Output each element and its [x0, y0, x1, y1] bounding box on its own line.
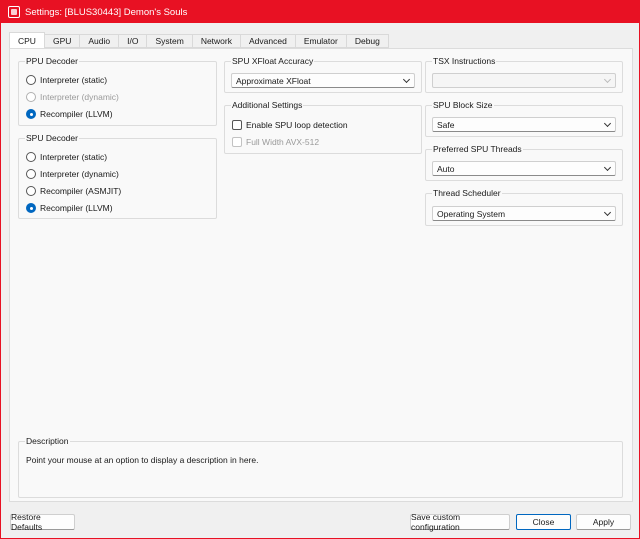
- group-title: SPU Decoder: [25, 133, 79, 143]
- tsx-select: [432, 73, 616, 88]
- spu-recompiler-llvm-radio[interactable]: Recompiler (LLVM): [26, 202, 113, 214]
- group-title: Thread Scheduler: [432, 188, 502, 198]
- additional-settings-group: Additional Settings Enable SPU loop dete…: [224, 100, 422, 154]
- radio-checked-icon: [26, 203, 36, 213]
- option-label: Recompiler (LLVM): [40, 203, 113, 213]
- checkbox-icon: [232, 120, 242, 130]
- select-value: Operating System: [437, 208, 506, 219]
- spu-interpreter-static-radio[interactable]: Interpreter (static): [26, 151, 107, 163]
- spu-xfloat-group: SPU XFloat Accuracy Approximate XFloat: [224, 56, 422, 93]
- ppu-interpreter-static-radio[interactable]: Interpreter (static): [26, 74, 107, 86]
- spu-block-size-select[interactable]: Safe: [432, 117, 616, 132]
- chevron-down-icon: [402, 75, 411, 84]
- option-label: Enable SPU loop detection: [246, 120, 348, 130]
- settings-window: Settings: [BLUS30443] Demon's Souls CPU …: [0, 0, 640, 539]
- restore-defaults-button[interactable]: Restore Defaults: [10, 512, 75, 532]
- tab-audio[interactable]: Audio: [80, 34, 120, 48]
- ppu-interpreter-dynamic-radio: Interpreter (dynamic): [26, 91, 119, 103]
- tab-network[interactable]: Network: [192, 34, 241, 48]
- radio-icon: [26, 75, 36, 85]
- description-group: Description Point your mouse at an optio…: [18, 436, 623, 498]
- spu-threads-group: Preferred SPU Threads Auto: [425, 144, 623, 181]
- chevron-down-icon: [603, 208, 612, 217]
- window-title: Settings: [BLUS30443] Demon's Souls: [25, 6, 188, 18]
- title-bar: Settings: [BLUS30443] Demon's Souls: [1, 1, 639, 23]
- tab-io[interactable]: I/O: [119, 34, 148, 48]
- tab-bar: CPU GPU Audio I/O System Network Advance…: [9, 32, 389, 48]
- spu-recompiler-asmjit-radio[interactable]: Recompiler (ASMJIT): [26, 185, 121, 197]
- group-title: TSX Instructions: [432, 56, 497, 66]
- radio-icon: [26, 92, 36, 102]
- option-label: Interpreter (dynamic): [40, 169, 119, 179]
- tab-debug[interactable]: Debug: [346, 34, 389, 48]
- radio-icon: [26, 169, 36, 179]
- group-title: Additional Settings: [231, 100, 304, 110]
- radio-icon: [26, 186, 36, 196]
- thread-scheduler-select[interactable]: Operating System: [432, 206, 616, 221]
- spu-decoder-group: SPU Decoder Interpreter (static) Interpr…: [18, 133, 217, 219]
- close-button[interactable]: Close: [516, 514, 571, 530]
- tab-cpu[interactable]: CPU: [9, 32, 45, 48]
- select-value: Safe: [437, 119, 455, 130]
- select-value: Approximate XFloat: [236, 75, 311, 86]
- checkbox-icon: [232, 137, 242, 147]
- option-label: Recompiler (ASMJIT): [40, 186, 122, 196]
- group-title: Description: [25, 436, 70, 446]
- radio-icon: [26, 152, 36, 162]
- tab-system[interactable]: System: [147, 34, 193, 48]
- spu-threads-select[interactable]: Auto: [432, 161, 616, 176]
- chevron-down-icon: [603, 119, 612, 128]
- tab-gpu[interactable]: GPU: [44, 34, 81, 48]
- radio-checked-icon: [26, 109, 36, 119]
- option-label: Recompiler (LLVM): [40, 109, 113, 119]
- option-label: Interpreter (static): [40, 152, 108, 162]
- description-text: Point your mouse at an option to display…: [26, 455, 259, 465]
- avx512-checkbox: Full Width AVX-512: [232, 136, 319, 148]
- spu-interpreter-dynamic-radio[interactable]: Interpreter (dynamic): [26, 168, 119, 180]
- chevron-down-icon: [603, 163, 612, 172]
- cpu-panel: PPU Decoder Interpreter (static) Interpr…: [9, 48, 633, 502]
- apply-button[interactable]: Apply: [576, 514, 631, 530]
- tab-emulator[interactable]: Emulator: [295, 34, 347, 48]
- select-value: Auto: [437, 163, 455, 174]
- tsx-group: TSX Instructions: [425, 56, 623, 93]
- group-title: Preferred SPU Threads: [432, 144, 523, 154]
- thread-scheduler-group: Thread Scheduler Operating System: [425, 188, 623, 226]
- group-title: SPU Block Size: [432, 100, 494, 110]
- option-label: Interpreter (dynamic): [40, 92, 119, 102]
- app-icon: [8, 6, 20, 18]
- ppu-decoder-group: PPU Decoder Interpreter (static) Interpr…: [18, 56, 217, 126]
- ppu-recompiler-llvm-radio[interactable]: Recompiler (LLVM): [26, 108, 113, 120]
- group-title: PPU Decoder: [25, 56, 79, 66]
- option-label: Interpreter (static): [40, 75, 108, 85]
- group-title: SPU XFloat Accuracy: [231, 56, 315, 66]
- save-custom-config-button[interactable]: Save custom configuration: [410, 512, 510, 532]
- spu-block-size-group: SPU Block Size Safe: [425, 100, 623, 137]
- option-label: Full Width AVX-512: [246, 137, 320, 147]
- chevron-down-icon: [603, 75, 612, 84]
- tab-advanced[interactable]: Advanced: [241, 34, 296, 48]
- spu-xfloat-select[interactable]: Approximate XFloat: [231, 73, 415, 88]
- spu-loop-detection-checkbox[interactable]: Enable SPU loop detection: [232, 119, 348, 131]
